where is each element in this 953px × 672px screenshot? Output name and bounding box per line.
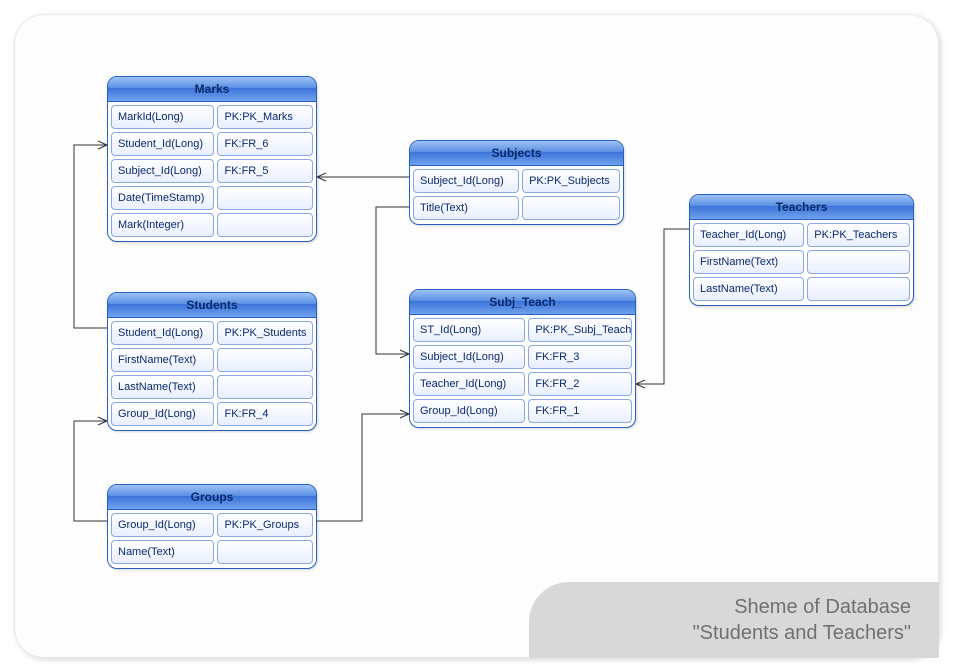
field-name: Subject_Id(Long) [111, 159, 214, 183]
field-key [522, 196, 620, 220]
field-key [807, 250, 910, 274]
field-name: ST_Id(Long) [413, 318, 525, 342]
field-key: PK:PK_Subjects [522, 169, 620, 193]
field-row: Teacher_Id(Long)FK:FR_2 [413, 372, 632, 396]
field-name: Name(Text) [111, 540, 214, 564]
field-row: Group_Id(Long)FK:FR_1 [413, 399, 632, 423]
field-row: ST_Id(Long)PK:PK_Subj_Teach [413, 318, 632, 342]
field-key [217, 186, 313, 210]
field-row: LastName(Text) [693, 277, 910, 301]
entity-title: Subj_Teach [410, 290, 635, 315]
field-name: Date(TimeStamp) [111, 186, 214, 210]
caption-line1: Sheme of Database [589, 594, 911, 620]
entity-title: Students [108, 293, 316, 318]
field-key [217, 213, 313, 237]
caption-line2: "Students and Teachers" [589, 620, 911, 646]
entity-rows: Teacher_Id(Long)PK:PK_Teachers FirstName… [690, 220, 913, 305]
diagram-caption: Sheme of Database "Students and Teachers… [529, 582, 939, 658]
field-row: Group_Id(Long)FK:FR_4 [111, 402, 313, 426]
field-name: FirstName(Text) [111, 348, 214, 372]
field-name: Teacher_Id(Long) [413, 372, 525, 396]
field-name: Group_Id(Long) [111, 513, 214, 537]
field-row: MarkId(Long)PK:PK_Marks [111, 105, 313, 129]
entity-students[interactable]: Students Student_Id(Long)PK:PK_Students … [107, 292, 317, 431]
field-row: Mark(Integer) [111, 213, 313, 237]
field-name: LastName(Text) [693, 277, 804, 301]
field-row: Date(TimeStamp) [111, 186, 313, 210]
field-name: Teacher_Id(Long) [693, 223, 804, 247]
field-key: PK:PK_Students [217, 321, 313, 345]
field-name: Title(Text) [413, 196, 519, 220]
field-name: Subject_Id(Long) [413, 345, 525, 369]
field-name: Group_Id(Long) [111, 402, 214, 426]
entity-title: Subjects [410, 141, 623, 166]
entity-title: Marks [108, 77, 316, 102]
entity-rows: Subject_Id(Long)PK:PK_Subjects Title(Tex… [410, 166, 623, 224]
field-row: Teacher_Id(Long)PK:PK_Teachers [693, 223, 910, 247]
field-row: LastName(Text) [111, 375, 313, 399]
entity-title: Teachers [690, 195, 913, 220]
field-row: Subject_Id(Long)FK:FR_3 [413, 345, 632, 369]
field-name: Group_Id(Long) [413, 399, 525, 423]
field-name: Student_Id(Long) [111, 132, 214, 156]
entity-rows: ST_Id(Long)PK:PK_Subj_Teach Subject_Id(L… [410, 315, 635, 427]
entity-subj-teach[interactable]: Subj_Teach ST_Id(Long)PK:PK_Subj_Teach S… [409, 289, 636, 428]
field-name: LastName(Text) [111, 375, 214, 399]
diagram-canvas: Marks MarkId(Long)PK:PK_Marks Student_Id… [14, 14, 939, 658]
field-key [217, 540, 313, 564]
field-row: Title(Text) [413, 196, 620, 220]
field-name: MarkId(Long) [111, 105, 214, 129]
field-key [217, 348, 313, 372]
entity-groups[interactable]: Groups Group_Id(Long)PK:PK_Groups Name(T… [107, 484, 317, 569]
field-key: PK:PK_Marks [217, 105, 313, 129]
entity-subjects[interactable]: Subjects Subject_Id(Long)PK:PK_Subjects … [409, 140, 624, 225]
field-name: Mark(Integer) [111, 213, 214, 237]
entity-teachers[interactable]: Teachers Teacher_Id(Long)PK:PK_Teachers … [689, 194, 914, 306]
entity-rows: Group_Id(Long)PK:PK_Groups Name(Text) [108, 510, 316, 568]
field-name: Student_Id(Long) [111, 321, 214, 345]
entity-title: Groups [108, 485, 316, 510]
field-key: FK:FR_2 [528, 372, 632, 396]
field-key: FK:FR_5 [217, 159, 313, 183]
field-key [807, 277, 910, 301]
field-key: FK:FR_6 [217, 132, 313, 156]
field-row: FirstName(Text) [693, 250, 910, 274]
field-key: PK:PK_Teachers [807, 223, 910, 247]
field-row: Student_Id(Long)PK:PK_Students [111, 321, 313, 345]
field-key: FK:FR_4 [217, 402, 313, 426]
entity-marks[interactable]: Marks MarkId(Long)PK:PK_Marks Student_Id… [107, 76, 317, 242]
field-row: Group_Id(Long)PK:PK_Groups [111, 513, 313, 537]
field-row: Name(Text) [111, 540, 313, 564]
field-key: PK:PK_Groups [217, 513, 313, 537]
field-name: FirstName(Text) [693, 250, 804, 274]
field-row: Subject_Id(Long)PK:PK_Subjects [413, 169, 620, 193]
field-key: PK:PK_Subj_Teach [528, 318, 632, 342]
field-key: FK:FR_3 [528, 345, 632, 369]
field-key: FK:FR_1 [528, 399, 632, 423]
field-name: Subject_Id(Long) [413, 169, 519, 193]
entity-rows: MarkId(Long)PK:PK_Marks Student_Id(Long)… [108, 102, 316, 241]
entity-rows: Student_Id(Long)PK:PK_Students FirstName… [108, 318, 316, 430]
field-key [217, 375, 313, 399]
field-row: Subject_Id(Long)FK:FR_5 [111, 159, 313, 183]
field-row: FirstName(Text) [111, 348, 313, 372]
field-row: Student_Id(Long)FK:FR_6 [111, 132, 313, 156]
